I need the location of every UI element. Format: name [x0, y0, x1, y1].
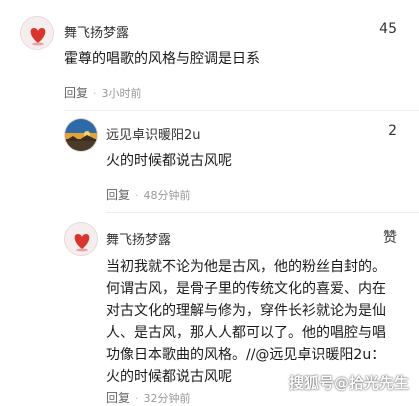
divider [106, 212, 419, 213]
comment-line: 对古文化的理解与修为，穿件长衫就论为是仙 [106, 303, 386, 319]
heart-avatar-icon [21, 17, 53, 49]
like-count[interactable]: 2 [388, 123, 397, 139]
like-count-value: 2 [388, 123, 397, 139]
comment-line: 何谓古风，是骨子里的传统文化的喜爱、内在 [106, 281, 386, 297]
watermark: 搜狐号@拾光先生 [288, 374, 409, 392]
timestamp: 32分钟前 [143, 392, 191, 405]
comment-line: 当初我就不论为他是古风，他的粉丝自封的。 [106, 259, 386, 275]
like-count-value: 45 [379, 21, 397, 37]
avatar[interactable] [64, 118, 98, 152]
comment-line: 功像日本歌曲的风格。//@远见卓识暖阳2u： [106, 347, 386, 363]
landscape-avatar-icon [65, 119, 97, 151]
avatar[interactable] [20, 16, 54, 50]
comment-text: 霍尊的唱歌的风格与腔调是日系 [64, 51, 260, 67]
reply-button[interactable]: 回复 [64, 86, 88, 100]
like-button[interactable]: 赞 [383, 227, 397, 247]
like-count[interactable]: 45 [379, 21, 397, 37]
reply-button[interactable]: 回复 [106, 188, 130, 202]
username[interactable]: 舞飞扬梦露 [106, 229, 171, 248]
separator-dot: · [135, 189, 139, 202]
divider [64, 110, 419, 111]
separator-dot: · [93, 87, 97, 100]
separator-dot: · [135, 392, 139, 405]
timestamp: 48分钟前 [143, 189, 191, 202]
reply-button[interactable]: 回复 [106, 391, 130, 405]
comment-text: 火的时候都说古风呢 [106, 153, 232, 169]
heart-avatar-icon [65, 223, 97, 255]
username[interactable]: 舞飞扬梦露 [64, 22, 129, 41]
username[interactable]: 远见卓识暖阳2u [106, 124, 201, 143]
like-label: 赞 [383, 230, 397, 246]
timestamp: 3小时前 [101, 87, 142, 100]
comment-meta: 回复 · 3小时前 [64, 84, 142, 101]
comment-line: 人、是古风，那人人都可以了。他的唱腔与唱 [106, 325, 386, 341]
avatar[interactable] [64, 222, 98, 256]
comment-meta: 回复 · 32分钟前 [106, 389, 191, 406]
comment-meta: 回复 · 48分钟前 [106, 186, 191, 203]
comment-text: 当初我就不论为他是古风，他的粉丝自封的。 何谓古风，是骨子里的传统文化的喜爱、内… [106, 256, 406, 388]
